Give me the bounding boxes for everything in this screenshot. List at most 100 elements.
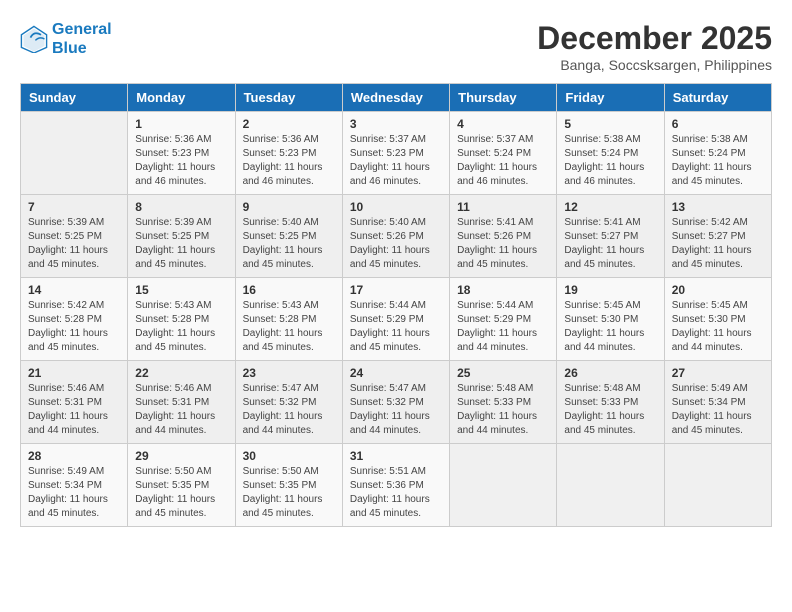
day-info: Sunrise: 5:41 AM Sunset: 5:26 PM Dayligh…	[457, 216, 549, 272]
day-number: 24	[350, 366, 442, 380]
calendar-cell: 12 Sunrise: 5:41 AM Sunset: 5:27 PM Dayli…	[557, 195, 664, 278]
calendar-week-row: 14 Sunrise: 5:42 AM Sunset: 5:28 PM Dayli…	[21, 278, 772, 361]
day-number: 30	[243, 449, 335, 463]
title-block: December 2025 Banga, Soccsksargen, Phili…	[537, 20, 772, 73]
calendar-cell: 21 Sunrise: 5:46 AM Sunset: 5:31 PM Dayli…	[21, 361, 128, 444]
logo-icon	[20, 25, 48, 53]
calendar-cell: 3 Sunrise: 5:37 AM Sunset: 5:23 PM Daylig…	[342, 112, 449, 195]
day-info: Sunrise: 5:49 AM Sunset: 5:34 PM Dayligh…	[672, 382, 764, 438]
day-number: 6	[672, 117, 764, 131]
day-info: Sunrise: 5:36 AM Sunset: 5:23 PM Dayligh…	[243, 133, 335, 189]
calendar-cell: 9Sunrise: 5:40 AM Sunset: 5:25 PM Daylig…	[235, 195, 342, 278]
day-info: Sunrise: 5:37 AM Sunset: 5:23 PM Dayligh…	[350, 133, 442, 189]
calendar-cell: 2 Sunrise: 5:36 AM Sunset: 5:23 PM Daylig…	[235, 112, 342, 195]
day-number: 1	[135, 117, 227, 131]
calendar-cell: 17 Sunrise: 5:44 AM Sunset: 5:29 PM Dayli…	[342, 278, 449, 361]
day-header-saturday: Saturday	[664, 84, 771, 112]
calendar-cell: 26Sunrise: 5:48 AM Sunset: 5:33 PM Dayli…	[557, 361, 664, 444]
day-info: Sunrise: 5:49 AM Sunset: 5:34 PM Dayligh…	[28, 465, 120, 521]
day-number: 14	[28, 283, 120, 297]
day-info: Sunrise: 5:44 AM Sunset: 5:29 PM Dayligh…	[350, 299, 442, 355]
day-number: 18	[457, 283, 549, 297]
day-number: 23	[243, 366, 335, 380]
day-number: 17	[350, 283, 442, 297]
calendar-cell: 10 Sunrise: 5:40 AM Sunset: 5:26 PM Dayli…	[342, 195, 449, 278]
day-number: 15	[135, 283, 227, 297]
day-number: 11	[457, 200, 549, 214]
day-info: Sunrise: 5:45 AM Sunset: 5:30 PM Dayligh…	[564, 299, 656, 355]
calendar-cell: 6 Sunrise: 5:38 AM Sunset: 5:24 PM Daylig…	[664, 112, 771, 195]
day-info: Sunrise: 5:38 AM Sunset: 5:24 PM Dayligh…	[564, 133, 656, 189]
day-number: 10	[350, 200, 442, 214]
calendar-cell: 11 Sunrise: 5:41 AM Sunset: 5:26 PM Dayli…	[450, 195, 557, 278]
calendar-cell: 31 Sunrise: 5:51 AM Sunset: 5:36 PM Dayli…	[342, 444, 449, 527]
day-info: Sunrise: 5:51 AM Sunset: 5:36 PM Dayligh…	[350, 465, 442, 521]
day-number: 16	[243, 283, 335, 297]
calendar-week-row: 7 Sunrise: 5:39 AM Sunset: 5:25 PM Daylig…	[21, 195, 772, 278]
day-number: 20	[672, 283, 764, 297]
day-header-tuesday: Tuesday	[235, 84, 342, 112]
calendar-week-row: 1 Sunrise: 5:36 AM Sunset: 5:23 PM Daylig…	[21, 112, 772, 195]
day-number: 21	[28, 366, 120, 380]
calendar-cell: 8 Sunrise: 5:39 AM Sunset: 5:25 PM Daylig…	[128, 195, 235, 278]
day-header-monday: Monday	[128, 84, 235, 112]
calendar-header-row: SundayMondayTuesdayWednesdayThursdayFrid…	[21, 84, 772, 112]
day-number: 5	[564, 117, 656, 131]
logo: General Blue	[20, 20, 112, 58]
day-info: Sunrise: 5:41 AM Sunset: 5:27 PM Dayligh…	[564, 216, 656, 272]
day-number: 26	[564, 366, 656, 380]
calendar-cell: 23Sunrise: 5:47 AM Sunset: 5:32 PM Dayli…	[235, 361, 342, 444]
calendar-cell: 1 Sunrise: 5:36 AM Sunset: 5:23 PM Daylig…	[128, 112, 235, 195]
day-number: 7	[28, 200, 120, 214]
day-number: 4	[457, 117, 549, 131]
day-number: 8	[135, 200, 227, 214]
day-number: 2	[243, 117, 335, 131]
day-info: Sunrise: 5:39 AM Sunset: 5:25 PM Dayligh…	[135, 216, 227, 272]
day-number: 19	[564, 283, 656, 297]
day-number: 9	[243, 200, 335, 214]
calendar-week-row: 28Sunrise: 5:49 AM Sunset: 5:34 PM Dayli…	[21, 444, 772, 527]
day-info: Sunrise: 5:42 AM Sunset: 5:28 PM Dayligh…	[28, 299, 120, 355]
day-number: 22	[135, 366, 227, 380]
day-info: Sunrise: 5:46 AM Sunset: 5:31 PM Dayligh…	[28, 382, 120, 438]
calendar-cell: 25Sunrise: 5:48 AM Sunset: 5:33 PM Dayli…	[450, 361, 557, 444]
calendar-cell: 28Sunrise: 5:49 AM Sunset: 5:34 PM Dayli…	[21, 444, 128, 527]
day-info: Sunrise: 5:50 AM Sunset: 5:35 PM Dayligh…	[243, 465, 335, 521]
calendar-cell: 19 Sunrise: 5:45 AM Sunset: 5:30 PM Dayli…	[557, 278, 664, 361]
day-info: Sunrise: 5:44 AM Sunset: 5:29 PM Dayligh…	[457, 299, 549, 355]
day-info: Sunrise: 5:50 AM Sunset: 5:35 PM Dayligh…	[135, 465, 227, 521]
day-info: Sunrise: 5:38 AM Sunset: 5:24 PM Dayligh…	[672, 133, 764, 189]
page-header: General Blue December 2025 Banga, Soccsk…	[20, 20, 772, 73]
day-info: Sunrise: 5:40 AM Sunset: 5:26 PM Dayligh…	[350, 216, 442, 272]
calendar-cell	[450, 444, 557, 527]
calendar-cell	[557, 444, 664, 527]
day-info: Sunrise: 5:46 AM Sunset: 5:31 PM Dayligh…	[135, 382, 227, 438]
day-info: Sunrise: 5:39 AM Sunset: 5:25 PM Dayligh…	[28, 216, 120, 272]
calendar-cell: 5 Sunrise: 5:38 AM Sunset: 5:24 PM Daylig…	[557, 112, 664, 195]
day-number: 27	[672, 366, 764, 380]
calendar-cell: 27 Sunrise: 5:49 AM Sunset: 5:34 PM Dayli…	[664, 361, 771, 444]
day-info: Sunrise: 5:47 AM Sunset: 5:32 PM Dayligh…	[350, 382, 442, 438]
calendar-cell	[664, 444, 771, 527]
calendar-cell: 4 Sunrise: 5:37 AM Sunset: 5:24 PM Daylig…	[450, 112, 557, 195]
logo-text: General Blue	[52, 20, 112, 58]
calendar-cell: 24 Sunrise: 5:47 AM Sunset: 5:32 PM Dayli…	[342, 361, 449, 444]
day-info: Sunrise: 5:37 AM Sunset: 5:24 PM Dayligh…	[457, 133, 549, 189]
day-header-sunday: Sunday	[21, 84, 128, 112]
month-title: December 2025	[537, 20, 772, 57]
day-number: 31	[350, 449, 442, 463]
day-info: Sunrise: 5:45 AM Sunset: 5:30 PM Dayligh…	[672, 299, 764, 355]
logo-line1: General	[52, 21, 112, 38]
calendar-cell: 30 Sunrise: 5:50 AM Sunset: 5:35 PM Dayli…	[235, 444, 342, 527]
day-number: 3	[350, 117, 442, 131]
day-header-thursday: Thursday	[450, 84, 557, 112]
location-subtitle: Banga, Soccsksargen, Philippines	[537, 57, 772, 73]
day-number: 12	[564, 200, 656, 214]
day-info: Sunrise: 5:36 AM Sunset: 5:23 PM Dayligh…	[135, 133, 227, 189]
day-info: Sunrise: 5:43 AM Sunset: 5:28 PM Dayligh…	[135, 299, 227, 355]
day-header-friday: Friday	[557, 84, 664, 112]
calendar-week-row: 21 Sunrise: 5:46 AM Sunset: 5:31 PM Dayli…	[21, 361, 772, 444]
calendar-table: SundayMondayTuesdayWednesdayThursdayFrid…	[20, 83, 772, 527]
calendar-cell: 20 Sunrise: 5:45 AM Sunset: 5:30 PM Dayli…	[664, 278, 771, 361]
day-number: 13	[672, 200, 764, 214]
